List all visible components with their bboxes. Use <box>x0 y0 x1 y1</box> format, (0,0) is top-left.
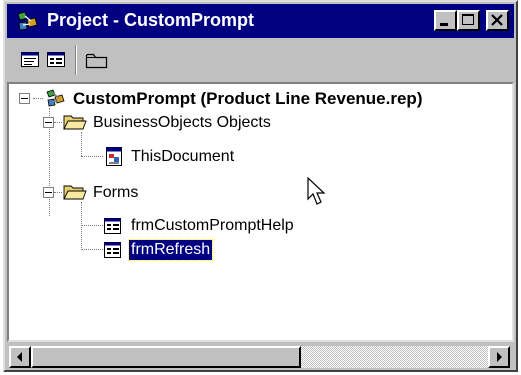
toggle-folders-button[interactable] <box>83 47 111 73</box>
tree-root-node[interactable]: CustomPrompt (Product Line Revenue.rep) <box>15 88 510 110</box>
tree-item-thisdocument[interactable]: ThisDocument <box>103 146 303 168</box>
view-object-button[interactable] <box>43 47 71 73</box>
collapse-root-toggle[interactable] <box>19 93 30 104</box>
toolbar <box>7 40 514 80</box>
project-explorer-window: Project - CustomPrompt CustomPrompt (Pro… <box>3 0 518 372</box>
window-title: Project - CustomPrompt <box>47 10 255 30</box>
tree-connector <box>81 202 82 250</box>
toggle-folders-icon <box>85 53 108 69</box>
title-bar[interactable]: Project - CustomPrompt <box>7 4 514 38</box>
tree-root-label: CustomPrompt (Product Line Revenue.rep) <box>73 89 423 108</box>
tree-item-frmrefresh[interactable]: frmRefresh <box>103 239 303 261</box>
tree-item-frmcustomprompthelp[interactable]: frmCustomPromptHelp <box>103 215 363 237</box>
minimize-icon <box>440 23 448 26</box>
tree-item-label-selected: frmRefresh <box>127 239 214 261</box>
horizontal-scrollbar[interactable] <box>7 344 514 370</box>
project-explorer-icon <box>15 10 39 32</box>
form-icon <box>103 240 123 265</box>
collapse-folder-toggle[interactable] <box>43 117 54 128</box>
view-object-icon <box>47 52 65 67</box>
document-icon <box>103 146 125 173</box>
tree-folder-label: BusinessObjects Objects <box>93 114 271 131</box>
view-code-icon <box>21 52 39 67</box>
folder-open-icon <box>63 113 87 136</box>
arrow-left-icon <box>17 352 22 362</box>
tree-item-label: ThisDocument <box>131 148 235 165</box>
collapse-folder-toggle[interactable] <box>43 187 54 198</box>
tree-folder-businessobjects[interactable]: BusinessObjects Objects <box>39 112 339 134</box>
maximize-button[interactable] <box>457 10 480 31</box>
tree-item-label: frmCustomPromptHelp <box>131 217 294 234</box>
maximize-icon <box>462 14 474 25</box>
view-code-button[interactable] <box>17 47 45 73</box>
tree-connector <box>81 156 103 157</box>
scroll-thumb[interactable] <box>31 346 301 368</box>
close-button[interactable] <box>486 10 509 31</box>
arrow-right-icon <box>497 352 502 362</box>
form-icon <box>103 216 123 241</box>
scroll-left-button[interactable] <box>9 346 31 368</box>
folder-open-icon <box>63 183 87 206</box>
tree-connector <box>81 249 103 250</box>
businessobjects-project-icon <box>45 88 67 113</box>
tree-folder-label: Forms <box>93 184 139 201</box>
close-icon <box>491 14 503 26</box>
mouse-pointer-icon <box>307 176 329 207</box>
scroll-right-button[interactable] <box>488 346 510 368</box>
tree-folder-forms[interactable]: Forms <box>39 182 239 204</box>
tree-connector <box>81 225 103 226</box>
project-tree[interactable]: CustomPrompt (Product Line Revenue.rep) … <box>7 82 514 342</box>
toolbar-separator <box>75 45 77 75</box>
minimize-button[interactable] <box>434 10 457 31</box>
